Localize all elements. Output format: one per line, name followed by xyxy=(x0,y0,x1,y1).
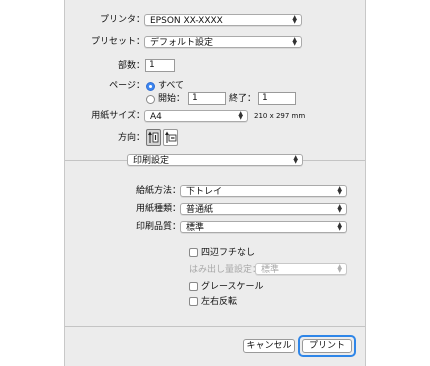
section-divider-left xyxy=(65,160,127,161)
printer-value: EPSON XX-XXXX xyxy=(150,16,223,26)
print-quality-value: 標準 xyxy=(186,223,205,233)
media-type-label: 用紙種類： xyxy=(135,204,181,214)
section-popup[interactable]: 印刷設定 ▲ ▼ xyxy=(127,154,303,166)
paper-size-label: 用紙サイズ： xyxy=(91,111,145,121)
pages-from-label: 開始： xyxy=(158,94,186,104)
paper-dimensions: 210 x 297 mm xyxy=(254,112,306,120)
pages-to-field[interactable]: 1 xyxy=(258,92,296,105)
expansion-value: 標準 xyxy=(261,265,280,275)
popup-arrows-icon: ▲ ▼ xyxy=(292,14,297,25)
pages-label: ページ： xyxy=(109,81,145,91)
presets-label: プリセット： xyxy=(90,37,145,47)
bottom-divider xyxy=(65,326,365,327)
printer-label: プリンタ： xyxy=(99,15,145,25)
grayscale-checkbox[interactable] xyxy=(189,282,198,291)
popup-arrows-icon: ▲ ▼ xyxy=(292,36,297,47)
orientation-label: 方向： xyxy=(117,133,145,143)
landscape-icon xyxy=(165,131,177,143)
media-type-popup[interactable]: 普通紙 ▲ ▼ xyxy=(180,203,347,215)
mirror-checkbox[interactable] xyxy=(189,297,198,306)
orientation-landscape-button[interactable] xyxy=(163,129,178,146)
print-quality-label: 印刷品質： xyxy=(135,222,181,232)
printer-popup[interactable]: EPSON XX-XXXX ▲ ▼ xyxy=(144,14,302,26)
popup-arrows-icon: ▲ ▼ xyxy=(337,203,342,214)
pages-to-label: 終了： xyxy=(229,94,257,104)
paper-source-value: 下トレイ xyxy=(186,187,223,197)
copies-field[interactable]: 1 xyxy=(145,59,175,72)
pages-all-radio[interactable] xyxy=(146,82,155,91)
presets-value: デフォルト設定 xyxy=(150,38,214,48)
section-value: 印刷設定 xyxy=(133,156,170,166)
orientation-portrait-button[interactable] xyxy=(146,129,161,146)
grayscale-label: グレースケール xyxy=(201,282,264,292)
popup-arrows-icon: ▲ ▼ xyxy=(293,154,298,165)
cancel-button[interactable]: キャンセル xyxy=(243,339,295,353)
paper-source-popup[interactable]: 下トレイ ▲ ▼ xyxy=(180,185,347,197)
popup-arrows-icon: ▲ ▼ xyxy=(337,263,342,274)
print-button[interactable]: プリント xyxy=(302,339,352,353)
expansion-popup[interactable]: 標準 ▲ ▼ xyxy=(255,263,347,275)
pages-all-label: すべて xyxy=(158,81,185,91)
borderless-checkbox[interactable] xyxy=(189,248,198,257)
print-dialog: プリンタ： EPSON XX-XXXX ▲ ▼ プリセット： デフォルト設定 ▲ ▼… xyxy=(64,0,366,366)
popup-arrows-icon: ▲ ▼ xyxy=(238,110,243,121)
popup-arrows-icon: ▲ ▼ xyxy=(337,185,342,196)
expansion-label: はみ出し量設定： xyxy=(189,265,262,275)
paper-size-popup[interactable]: A4 ▲ ▼ xyxy=(144,110,248,122)
copies-label: 部数： xyxy=(117,61,145,71)
popup-arrows-icon: ▲ ▼ xyxy=(337,221,342,232)
media-type-value: 普通紙 xyxy=(186,205,214,215)
paper-source-label: 給紙方法： xyxy=(135,186,181,196)
section-divider-right xyxy=(303,160,365,161)
portrait-icon xyxy=(148,131,159,143)
borderless-label: 四辺フチなし xyxy=(201,248,256,258)
paper-size-value: A4 xyxy=(150,112,162,122)
print-quality-popup[interactable]: 標準 ▲ ▼ xyxy=(180,221,347,233)
pages-range-radio[interactable] xyxy=(146,95,155,104)
mirror-label: 左右反転 xyxy=(201,297,238,307)
presets-popup[interactable]: デフォルト設定 ▲ ▼ xyxy=(144,36,302,48)
pages-from-field[interactable]: 1 xyxy=(188,92,226,105)
